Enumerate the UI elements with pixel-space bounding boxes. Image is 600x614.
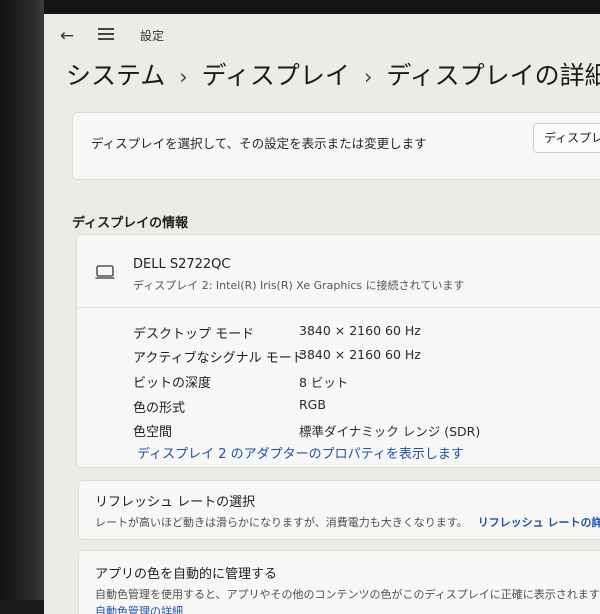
breadcrumb-system[interactable]: システム <box>66 61 165 90</box>
auto-color-title: アプリの色を自動的に管理する <box>95 567 278 582</box>
divider <box>77 307 600 308</box>
auto-color-card[interactable]: アプリの色を自動的に管理する 自動色管理を使用すると、アプリやその他のコンテンツ… <box>78 550 600 614</box>
display-connection-info: ディスプレイ 2: Intel(R) Iris(R) Xe Graphics に… <box>133 279 465 292</box>
breadcrumb: システム › ディスプレイ › ディスプレイの詳細設定 <box>66 56 600 96</box>
refresh-rate-title: リフレッシュ レートの選択 <box>95 495 256 510</box>
monitor-bezel-left <box>0 0 44 600</box>
prop-value-color-space: 標準ダイナミック レンジ (SDR) <box>299 424 481 439</box>
auto-color-details-link[interactable]: 自動色管理の詳細 <box>95 603 183 614</box>
page-title: ディスプレイの詳細設定 <box>386 61 600 90</box>
title-bar: ← 設定 <box>44 14 600 56</box>
refresh-rate-description-text: レートが高いほど動きは滑らかになりますが、消費電力も大きくなります。 <box>95 516 468 529</box>
settings-window: ← 設定 システム › ディスプレイ › ディスプレイの詳細設定 ディスプレイを選択して… <box>44 14 600 614</box>
section-title-display-info: ディスプレイの情報 <box>72 216 189 231</box>
prop-label-color-format: 色の形式 <box>133 401 186 416</box>
hamburger-menu-icon[interactable] <box>96 25 118 47</box>
prop-label-desktop-mode: デスクトップ モード <box>133 327 255 342</box>
prop-value-color-format: RGB <box>299 397 326 412</box>
display-select-text: ディスプレイを選択して、その設定を表示または変更します <box>91 136 427 151</box>
prop-label-active-signal-mode: アクティブなシグナル モード <box>133 351 305 366</box>
refresh-rate-card[interactable]: リフレッシュ レートの選択 レートが高いほど動きは滑らかになりますが、消費電力も… <box>78 480 600 540</box>
back-arrow-icon[interactable]: ← <box>56 25 78 47</box>
chevron-right-icon: › <box>363 65 373 89</box>
prop-label-bit-depth: ビットの深度 <box>133 376 212 391</box>
refresh-rate-details-link[interactable]: リフレッシュ レートの詳細 <box>478 516 600 529</box>
prop-value-desktop-mode: 3840 × 2160 60 Hz <box>299 323 421 338</box>
display-select-card: ディスプレイを選択して、その設定を表示または変更します ディスプレ <box>72 112 600 180</box>
app-title: 設定 <box>140 29 165 43</box>
adapter-properties-link[interactable]: ディスプレイ 2 のアダプターのプロパティを表示します <box>137 443 464 462</box>
prop-value-active-signal-mode: 3840 × 2160 60 Hz <box>299 347 421 362</box>
prop-label-color-space: 色空間 <box>133 425 173 440</box>
display-name: DELL S2722QC <box>133 257 231 272</box>
monitor-icon <box>95 265 115 279</box>
breadcrumb-display[interactable]: ディスプレイ <box>202 61 350 90</box>
prop-value-bit-depth: 8 ビット <box>299 375 349 390</box>
display-select-dropdown[interactable]: ディスプレ <box>533 123 600 153</box>
refresh-rate-description: レートが高いほど動きは滑らかになりますが、消費電力も大きくなります。 リフレッシュ… <box>95 514 600 530</box>
monitor-bezel-top <box>0 0 600 14</box>
display-info-card: DELL S2722QC ディスプレイ 2: Intel(R) Iris(R) … <box>76 234 600 468</box>
chevron-right-icon: › <box>179 65 188 89</box>
